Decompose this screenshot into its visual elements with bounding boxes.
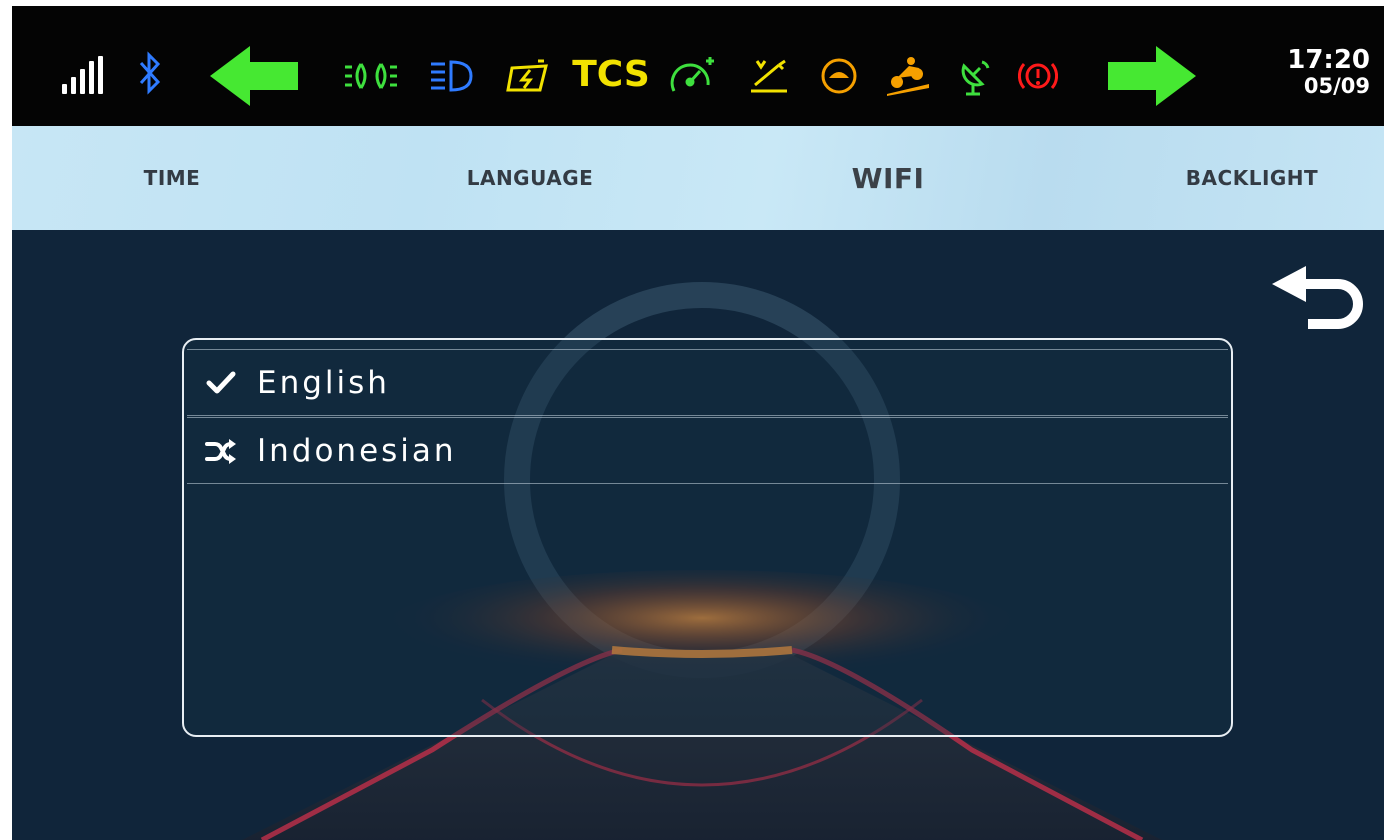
battery-charge-icon [502,54,554,98]
back-return-arrow-icon [1272,266,1363,329]
checkmark-icon [205,367,237,399]
shuffle-icon [205,435,237,467]
turn-right-arrow-icon [1104,46,1196,106]
tab-language[interactable]: LANGUAGE [400,126,660,230]
brake-warning-icon [1018,54,1058,98]
high-beam-icon [426,54,476,98]
tcs-indicator: TCS [572,53,650,95]
tab-backlight[interactable]: BACKLIGHT [1132,126,1372,230]
language-label: Indonesian [257,432,457,469]
clock: 17:20 05/09 [1264,46,1384,106]
eco-turtle-icon [816,54,862,98]
clock-time: 17:20 [1287,45,1370,75]
hill-assist-motorcycle-icon [884,54,932,98]
tab-wifi[interactable]: WIFI [798,126,978,230]
language-option-indonesian[interactable]: Indonesian [187,417,1228,484]
language-label: English [257,364,390,401]
dashboard-screen: TCS 17:20 05/09 TIME LANGUAGE WIFI BACKL… [12,6,1384,840]
back-button[interactable] [1266,262,1366,332]
tab-time[interactable]: TIME [92,126,252,230]
service-wrench-icon [744,54,794,98]
bluetooth-icon [136,50,164,96]
status-bar: TCS 17:20 05/09 [12,6,1384,126]
clock-date: 05/09 [1303,74,1370,98]
signal-bars-icon [62,56,118,94]
turn-left-arrow-icon [210,46,302,106]
cruise-speedometer-icon [666,54,718,98]
position-lights-icon [342,54,400,98]
language-option-english[interactable]: English [187,349,1228,416]
gps-satellite-icon [956,54,996,98]
language-list: English Indonesian [182,338,1233,737]
settings-tab-bar: TIME LANGUAGE WIFI BACKLIGHT [12,126,1384,230]
